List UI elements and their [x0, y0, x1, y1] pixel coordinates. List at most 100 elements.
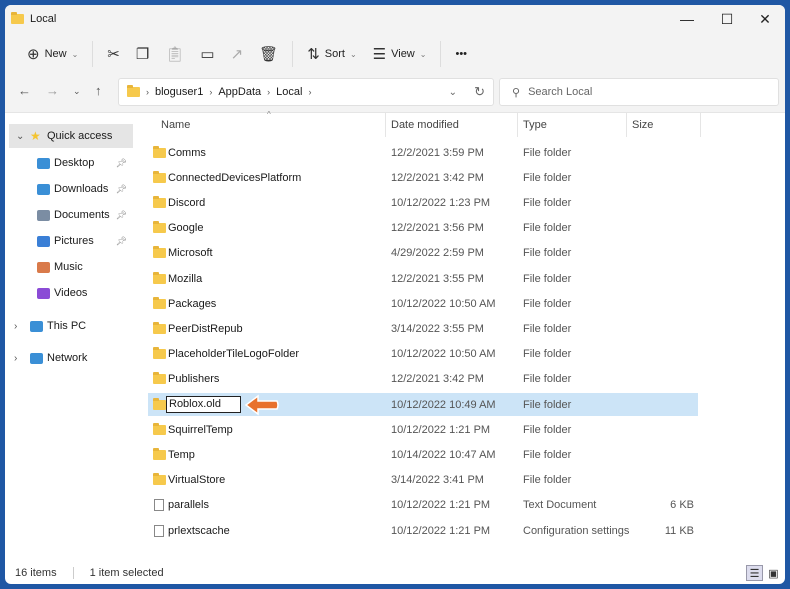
back-button[interactable]: ←: [18, 83, 31, 98]
file-row[interactable]: Comms 12/2/2021 3:59 PM File folder: [148, 141, 698, 164]
column-type[interactable]: Type: [523, 119, 547, 131]
column-divider[interactable]: [517, 113, 518, 137]
file-row[interactable]: PlaceholderTileLogoFolder 10/12/2022 10:5…: [148, 343, 698, 366]
sidebar-item-pictures[interactable]: Pictures 📌︎: [5, 229, 133, 253]
breadcrumb-item[interactable]: bloguser1: [155, 86, 203, 98]
file-icon: [154, 499, 164, 512]
up-button[interactable]: ↑: [95, 83, 102, 98]
file-row[interactable]: SquirrelTemp 10/12/2022 1:21 PM File folde…: [148, 418, 698, 441]
file-date: 4/29/2022 2:59 PM: [391, 247, 484, 260]
refresh-icon[interactable]: ↻: [474, 84, 485, 100]
cut-button[interactable]: ✂: [99, 39, 128, 69]
file-type: File folder: [523, 222, 572, 235]
column-divider[interactable]: [385, 113, 386, 137]
file-name: prlextscache: [168, 524, 230, 537]
more-options-button[interactable]: •••: [447, 39, 475, 69]
chevron-right-icon[interactable]: ›: [14, 353, 17, 364]
pin-icon[interactable]: 📌︎: [116, 236, 127, 247]
recent-locations-button[interactable]: ⌄: [73, 86, 81, 97]
copy-button[interactable]: ❐: [128, 39, 157, 69]
maximize-button[interactable]: ☐: [707, 5, 747, 33]
paste-button[interactable]: 📋︎: [157, 39, 192, 69]
downloads-icon: [37, 183, 50, 195]
window-title: Local: [30, 13, 57, 25]
chevron-right-icon[interactable]: ›: [14, 321, 17, 332]
sidebar-item-quick-access[interactable]: ⌄ ★ Quick access: [9, 124, 133, 148]
file-name: Publishers: [168, 373, 220, 386]
forward-button[interactable]: →: [46, 83, 59, 98]
sort-button[interactable]: ⇅ Sort ⌄: [299, 39, 364, 69]
new-button[interactable]: ⊕ New ⌄: [19, 39, 86, 69]
address-bar[interactable]: › bloguser1 › AppData › Local › ⌄ ↻: [118, 78, 494, 106]
close-button[interactable]: ✕: [745, 5, 785, 33]
trash-icon: 🗑︎: [259, 46, 279, 63]
file-row[interactable]: Google 12/2/2021 3:56 PM File folder: [148, 217, 698, 240]
file-row[interactable]: prlextscache 10/12/2022 1:21 PM Configurat…: [148, 519, 698, 542]
scissors-icon: ✂: [107, 46, 120, 63]
file-type: File folder: [523, 348, 572, 361]
delete-button[interactable]: 🗑︎: [251, 39, 286, 69]
chevron-down-icon: ⌄: [419, 49, 427, 59]
sidebar-item-label: Network: [47, 352, 88, 364]
file-row[interactable]: VirtualStore 3/14/2022 3:41 PM File folder: [148, 469, 698, 492]
item-count: 16 items: [15, 567, 57, 579]
file-row[interactable]: Discord 10/12/2022 1:23 PM File folder: [148, 191, 698, 214]
pin-icon[interactable]: 📌︎: [116, 210, 127, 221]
share-button[interactable]: ↗: [223, 39, 252, 69]
view-label: View: [391, 48, 415, 60]
file-date: 10/14/2022 10:47 AM: [391, 448, 496, 461]
view-button[interactable]: ☰ View ⌄: [365, 39, 435, 69]
column-date[interactable]: Date modified: [391, 119, 459, 131]
folder-icon: [153, 397, 166, 410]
file-name: Google: [168, 222, 204, 235]
file-type: File folder: [523, 373, 572, 386]
file-type: File folder: [523, 398, 572, 411]
rename-button[interactable]: ▭: [192, 39, 222, 69]
column-size[interactable]: Size: [632, 119, 653, 131]
sidebar-item-desktop[interactable]: Desktop 📌︎: [5, 151, 133, 175]
sidebar-item-videos[interactable]: Videos: [5, 281, 133, 305]
sort-ascending-icon: ^: [267, 110, 271, 119]
file-row[interactable]: Publishers 12/2/2021 3:42 PM File folder: [148, 368, 698, 391]
plus-circle-icon: ⊕: [27, 46, 40, 63]
sidebar-item-downloads[interactable]: Downloads 📌︎: [5, 177, 133, 201]
file-row[interactable]: PeerDistRepub 3/14/2022 3:55 PM File folde…: [148, 317, 698, 340]
column-divider[interactable]: [700, 113, 701, 137]
folder-icon: [153, 246, 166, 259]
details-view-button[interactable]: ☰: [746, 565, 763, 581]
file-type: File folder: [523, 196, 572, 209]
address-dropdown-icon[interactable]: ⌄: [449, 87, 457, 98]
breadcrumb-item[interactable]: Local: [276, 86, 302, 98]
status-bar: 16 items 1 item selected ☰ ▣: [5, 562, 785, 584]
music-icon: [37, 261, 50, 273]
videos-icon: [37, 287, 50, 299]
file-row[interactable]: Packages 10/12/2022 10:50 AM File folder: [148, 292, 698, 315]
tiles-view-button[interactable]: ▣: [765, 565, 782, 581]
file-row[interactable]: Temp 10/14/2022 10:47 AM File folder: [148, 443, 698, 466]
sidebar-item-this-pc[interactable]: › This PC: [5, 314, 133, 338]
search-input[interactable]: ⚲ Search Local: [499, 78, 779, 106]
minimize-button[interactable]: —: [667, 5, 707, 33]
chevron-down-icon[interactable]: ⌄: [16, 131, 24, 142]
pin-icon[interactable]: 📌︎: [116, 184, 127, 195]
file-date: 12/2/2021 3:42 PM: [391, 171, 484, 184]
sidebar-item-music[interactable]: Music: [5, 255, 133, 279]
file-row[interactable]: Roblox.old 10/12/2022 10:49 AM File folder: [148, 393, 698, 416]
file-row[interactable]: Microsoft 4/29/2022 2:59 PM File folder: [148, 242, 698, 265]
folder-icon: [153, 296, 166, 309]
column-divider[interactable]: [626, 113, 627, 137]
folder-icon: [153, 347, 166, 360]
breadcrumb-item[interactable]: AppData: [218, 86, 261, 98]
rename-input[interactable]: Roblox.old: [166, 396, 241, 413]
sidebar-item-network[interactable]: › Network: [5, 346, 133, 370]
column-name[interactable]: Name: [161, 119, 190, 131]
file-row[interactable]: parallels 10/12/2022 1:21 PM Text Document…: [148, 494, 698, 517]
folder-icon: [153, 422, 166, 435]
pin-icon[interactable]: 📌︎: [116, 158, 127, 169]
file-row[interactable]: Mozilla 12/2/2021 3:55 PM File folder: [148, 267, 698, 290]
file-name: ConnectedDevicesPlatform: [168, 171, 302, 184]
file-name: parallels: [168, 499, 209, 512]
sidebar-item-documents[interactable]: Documents 📌︎: [5, 203, 133, 227]
file-row[interactable]: ConnectedDevicesPlatform 12/2/2021 3:42 P…: [148, 166, 698, 189]
divider: [72, 567, 74, 579]
